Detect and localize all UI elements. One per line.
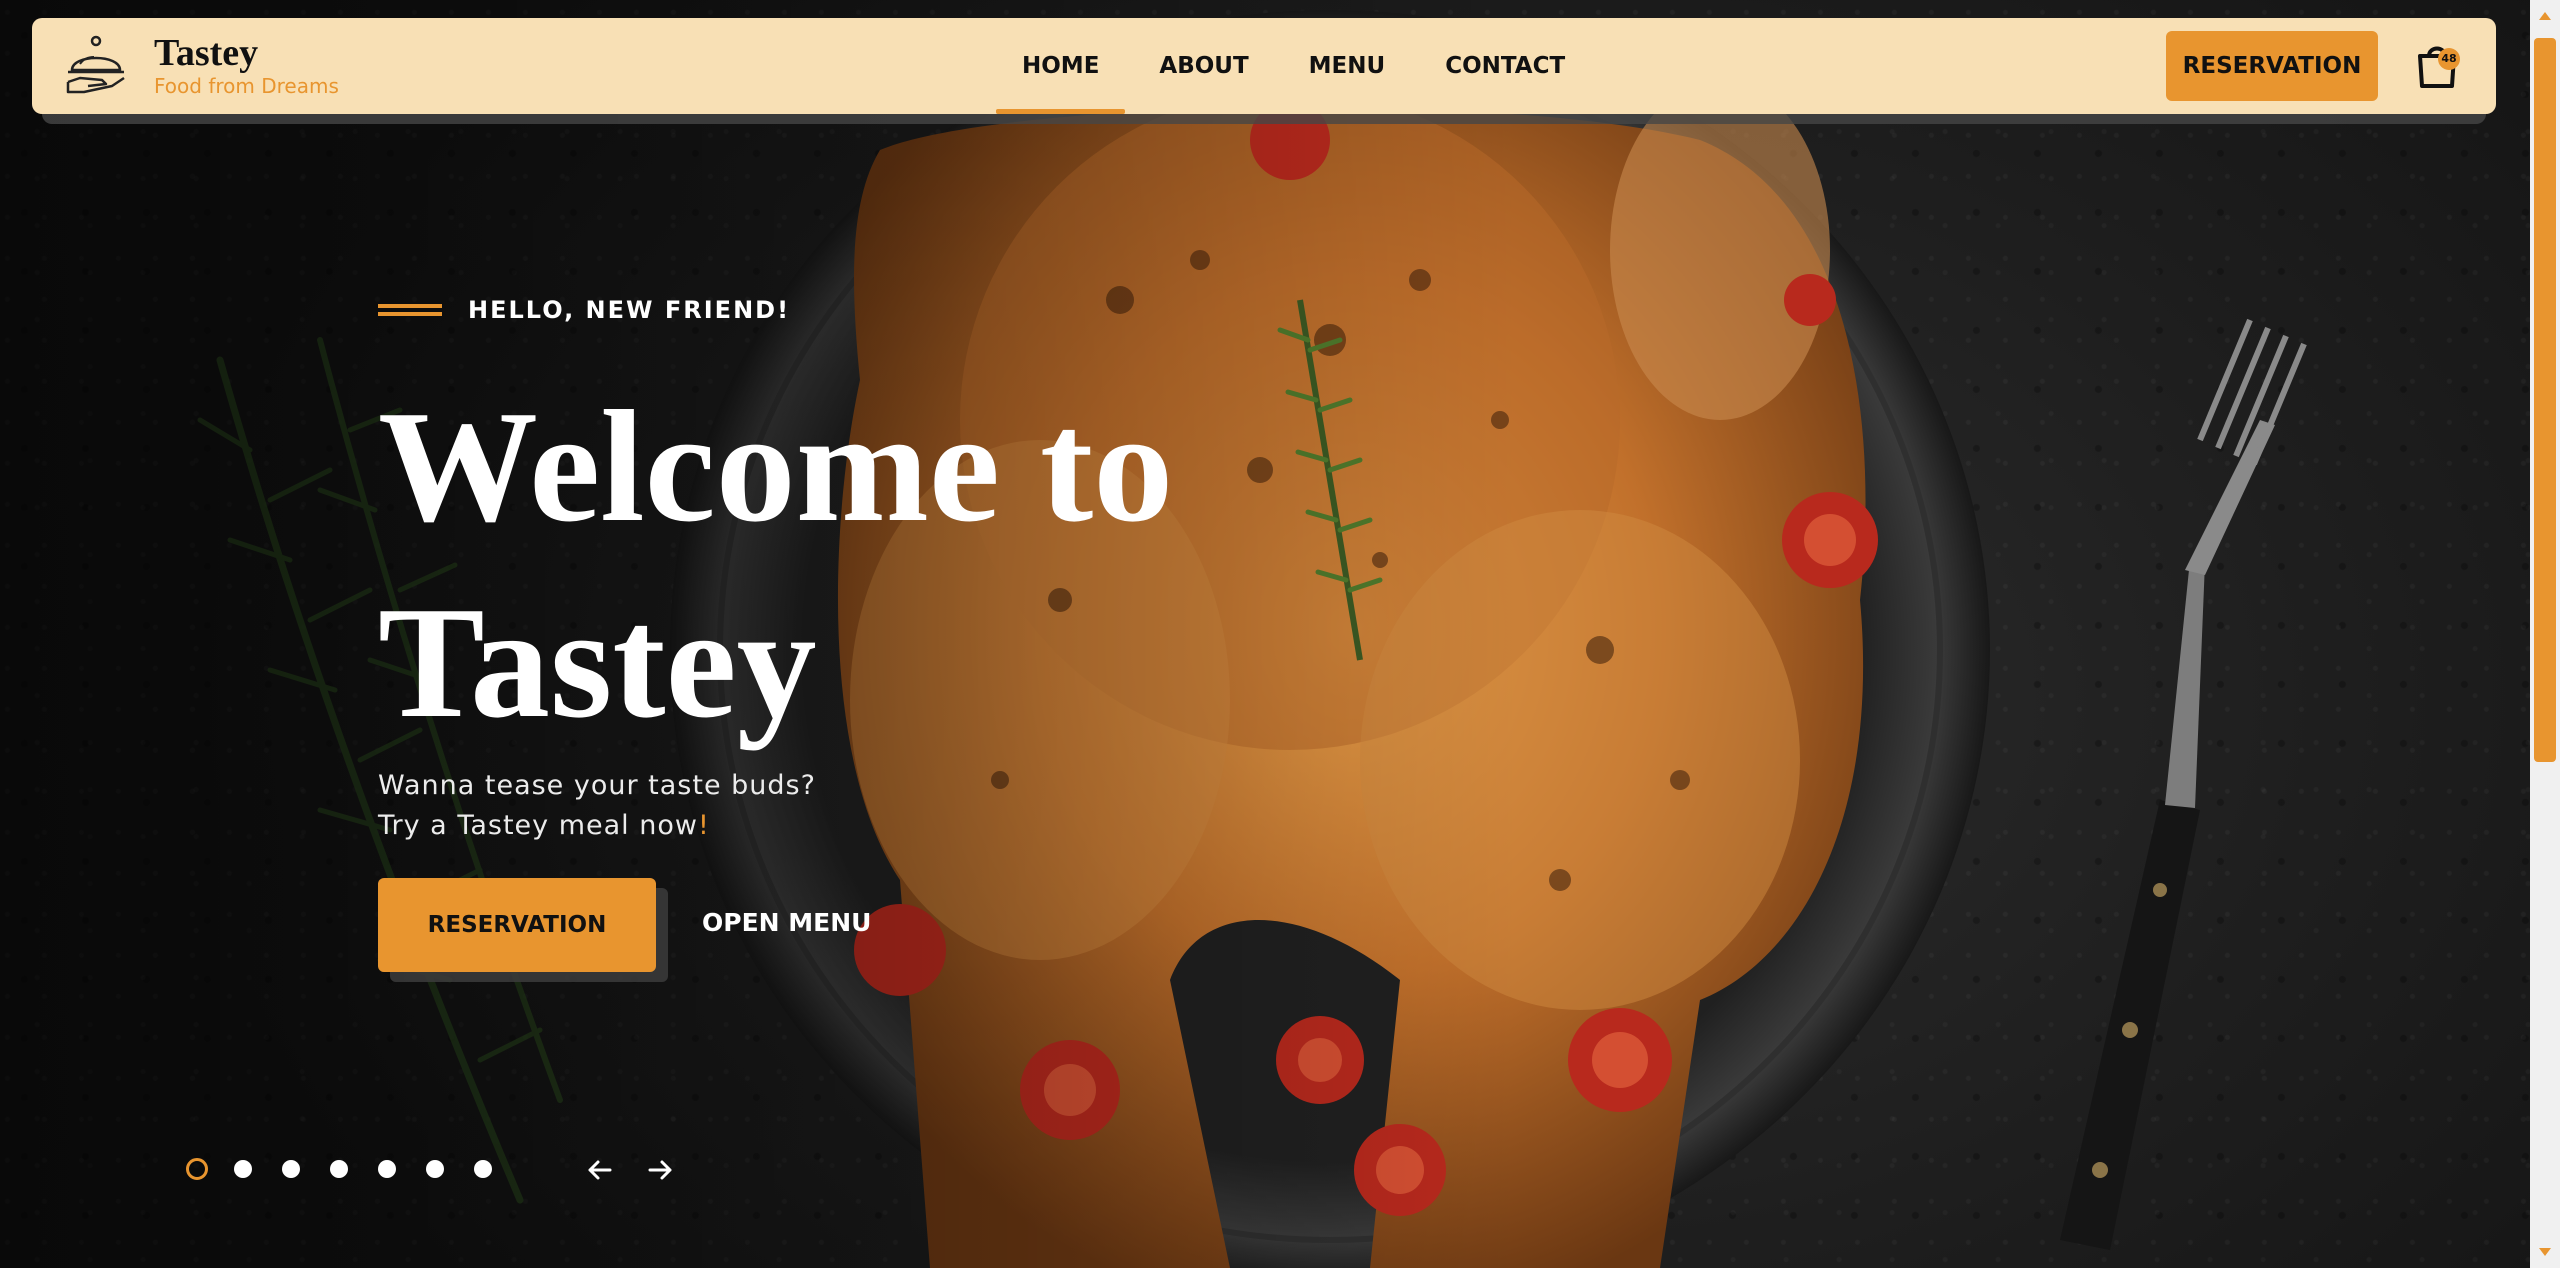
hero-title-line1: Welcome to [378,377,1174,555]
brand-text: Tastey Food from Dreams [154,33,339,99]
hero-title-line2: Tastey [378,573,817,751]
slider-dot-3[interactable] [282,1160,300,1178]
scroll-down-arrow-icon[interactable] [2539,1248,2551,1256]
slider-dot-1[interactable] [186,1158,208,1180]
brand-name: Tastey [154,32,259,74]
hero-reservation-button[interactable]: RESERVATION [378,878,656,972]
page-scrollbar[interactable] [2530,0,2560,1268]
main-nav: HOME ABOUT MENU CONTACT [992,18,1595,114]
hero-subtitle-line1: Wanna tease your taste buds? [378,770,816,801]
nav-home[interactable]: HOME [992,18,1129,114]
brand[interactable]: Tastey Food from Dreams [62,32,339,100]
nav-contact[interactable]: CONTACT [1415,18,1595,114]
slider-dot-5[interactable] [378,1160,396,1178]
double-line-icon [378,304,442,316]
nav-about[interactable]: ABOUT [1129,18,1278,114]
hero-subtitle: Wanna tease your taste buds? Try a Taste… [378,766,1078,846]
hero-eyebrow: HELLO, NEW FRIEND! [378,296,790,324]
hero-subtitle-line2: Try a Tastey meal now [378,810,698,841]
cloche-serving-icon [66,35,125,94]
hero-eyebrow-text: HELLO, NEW FRIEND! [468,296,791,324]
scrollbar-thumb[interactable] [2534,38,2556,762]
arrow-left-icon[interactable] [584,1154,616,1186]
slider-dots [186,1158,522,1180]
site-header: Tastey Food from Dreams HOME ABOUT MENU … [32,18,2496,114]
open-menu-link[interactable]: OPEN MENU [702,908,871,937]
cart-button[interactable]: 48 [2414,42,2460,90]
brand-tagline: Food from Dreams [154,74,339,98]
header-reservation-button[interactable]: RESERVATION [2166,31,2378,101]
arrow-right-icon[interactable] [644,1154,676,1186]
hero-title: Welcome to Tastey [378,368,1378,760]
cart-count-badge: 48 [2438,48,2460,70]
nav-menu[interactable]: MENU [1279,18,1416,114]
slider-arrows [584,1154,704,1186]
slider-dot-4[interactable] [330,1160,348,1178]
slider-dot-7[interactable] [474,1160,492,1178]
slider-dot-2[interactable] [234,1160,252,1178]
slider-dot-6[interactable] [426,1160,444,1178]
hero-subtitle-bang: ! [697,810,710,841]
scroll-up-arrow-icon[interactable] [2539,12,2551,20]
